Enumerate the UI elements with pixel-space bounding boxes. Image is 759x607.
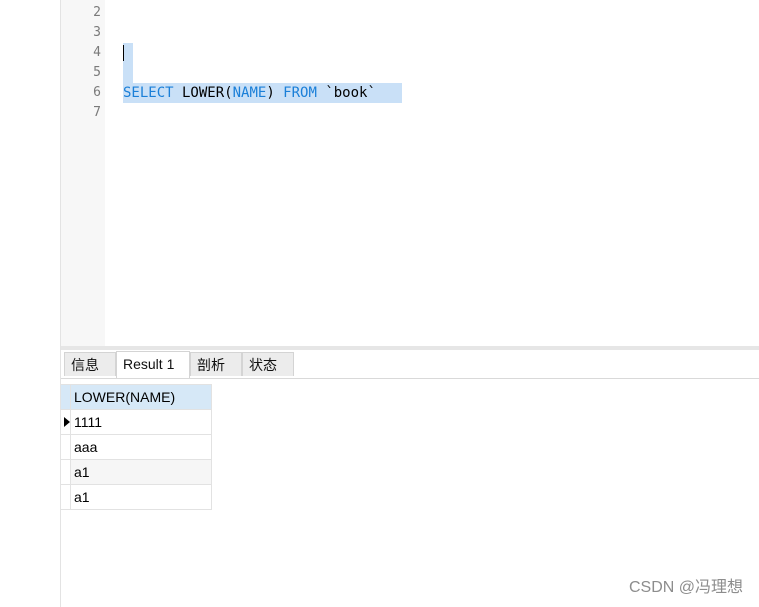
table-cell[interactable]: aaa bbox=[70, 434, 212, 460]
current-row-pointer-icon bbox=[64, 417, 70, 427]
line-number-2: 2 bbox=[93, 5, 101, 20]
left-panel-strip bbox=[0, 0, 61, 607]
row-indicator bbox=[61, 434, 71, 460]
table-row[interactable]: aaa bbox=[61, 434, 212, 460]
line-number-7: 7 bbox=[93, 105, 101, 120]
line-number-5: 5 bbox=[93, 65, 101, 80]
grid-header-row: LOWER(NAME) bbox=[61, 384, 212, 410]
sql-editor[interactable]: 2 3 4 5 6 7 bbox=[61, 0, 759, 346]
selection-highlight-empty-lines bbox=[123, 43, 133, 83]
table-cell[interactable]: a1 bbox=[70, 484, 212, 510]
row-indicator bbox=[61, 484, 71, 510]
table-row[interactable]: 1111 bbox=[61, 409, 212, 435]
column-header-lower-name[interactable]: LOWER(NAME) bbox=[70, 384, 212, 410]
tab-profile[interactable]: 剖析 bbox=[190, 352, 242, 376]
table-row[interactable]: a1 bbox=[61, 459, 212, 485]
sql-keyword-from: FROM bbox=[283, 85, 317, 101]
text-caret bbox=[123, 45, 124, 61]
tab-info[interactable]: 信息 bbox=[64, 352, 116, 376]
result-tab-bar: 信息 Result 1 剖析 状态 bbox=[61, 350, 759, 379]
line-number-4: 4 bbox=[93, 45, 101, 60]
tab-result-1[interactable]: Result 1 bbox=[116, 351, 190, 378]
table-cell[interactable]: 1111 bbox=[70, 409, 212, 435]
line-number-3: 3 bbox=[93, 25, 101, 40]
table-row[interactable]: a1 bbox=[61, 484, 212, 510]
line-number-gutter: 2 3 4 5 6 7 bbox=[61, 0, 105, 346]
row-indicator-header bbox=[61, 384, 71, 410]
code-line-6[interactable]: SELECT LOWER(NAME) FROM `book` bbox=[123, 83, 376, 103]
row-indicator bbox=[61, 409, 71, 435]
sql-column-name: NAME bbox=[232, 85, 267, 101]
row-indicator bbox=[61, 459, 71, 485]
sql-function-lower: LOWER( bbox=[173, 85, 233, 101]
result-grid[interactable]: LOWER(NAME) 1111 aaa a1 a1 bbox=[61, 384, 212, 510]
sql-table-ref: `book` bbox=[316, 85, 376, 101]
watermark: CSDN @冯理想 bbox=[628, 579, 743, 596]
tab-status[interactable]: 状态 bbox=[242, 352, 294, 376]
line-number-6: 6 bbox=[93, 85, 101, 100]
sql-keyword-select: SELECT bbox=[123, 85, 174, 101]
sql-close-paren: ) bbox=[266, 85, 284, 101]
table-cell[interactable]: a1 bbox=[70, 459, 212, 485]
